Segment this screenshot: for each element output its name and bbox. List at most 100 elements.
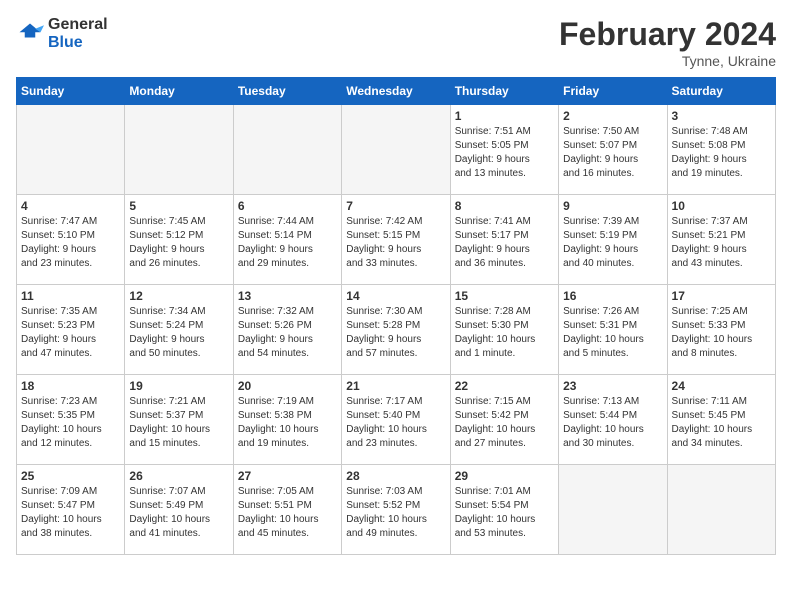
logo: General Blue — [16, 16, 108, 52]
day-info: Sunrise: 7:35 AM Sunset: 5:23 PM Dayligh… — [21, 305, 120, 361]
calendar-cell: 23 Sunrise: 7:13 AM Sunset: 5:44 PM Dayli… — [559, 375, 667, 465]
weekday-header: Monday — [125, 78, 233, 105]
calendar-cell: 24Sunrise: 7:11 AM Sunset: 5:45 PM Dayli… — [667, 375, 775, 465]
day-number: 29 — [455, 469, 554, 483]
day-info: Sunrise: 7:41 AM Sunset: 5:17 PM Dayligh… — [455, 215, 554, 271]
location-subtitle: Tynne, Ukraine — [559, 53, 776, 69]
calendar-cell — [233, 105, 341, 195]
calendar-cell: 6 Sunrise: 7:44 AM Sunset: 5:14 PM Daylig… — [233, 195, 341, 285]
day-info: Sunrise: 7:50 AM Sunset: 5:07 PM Dayligh… — [563, 125, 662, 181]
day-info: Sunrise: 7:03 AM Sunset: 5:52 PM Dayligh… — [346, 485, 445, 541]
weekday-header: Sunday — [17, 78, 125, 105]
calendar-cell: 27 Sunrise: 7:05 AM Sunset: 5:51 PM Dayli… — [233, 465, 341, 555]
calendar-week-row: 4 Sunrise: 7:47 AM Sunset: 5:10 PM Daylig… — [17, 195, 776, 285]
day-number: 28 — [346, 469, 445, 483]
title-block: February 2024 Tynne, Ukraine — [559, 16, 776, 69]
calendar-cell: 18 Sunrise: 7:23 AM Sunset: 5:35 PM Dayli… — [17, 375, 125, 465]
day-info: Sunrise: 7:32 AM Sunset: 5:26 PM Dayligh… — [238, 305, 337, 361]
calendar-cell: 4 Sunrise: 7:47 AM Sunset: 5:10 PM Daylig… — [17, 195, 125, 285]
calendar-cell: 19 Sunrise: 7:21 AM Sunset: 5:37 PM Dayli… — [125, 375, 233, 465]
day-info: Sunrise: 7:09 AM Sunset: 5:47 PM Dayligh… — [21, 485, 120, 541]
day-info: Sunrise: 7:21 AM Sunset: 5:37 PM Dayligh… — [129, 395, 228, 451]
day-number: 10 — [672, 199, 771, 213]
day-number: 11 — [21, 289, 120, 303]
calendar-cell: 25 Sunrise: 7:09 AM Sunset: 5:47 PM Dayli… — [17, 465, 125, 555]
day-number: 25 — [21, 469, 120, 483]
calendar-cell: 20Sunrise: 7:19 AM Sunset: 5:38 PM Dayli… — [233, 375, 341, 465]
logo-icon — [16, 20, 44, 48]
day-number: 13 — [238, 289, 337, 303]
calendar-table: SundayMondayTuesdayWednesdayThursdayFrid… — [16, 77, 776, 555]
day-info: Sunrise: 7:44 AM Sunset: 5:14 PM Dayligh… — [238, 215, 337, 271]
day-info: Sunrise: 7:37 AM Sunset: 5:21 PM Dayligh… — [672, 215, 771, 271]
calendar-cell: 14 Sunrise: 7:30 AM Sunset: 5:28 PM Dayli… — [342, 285, 450, 375]
day-info: Sunrise: 7:25 AM Sunset: 5:33 PM Dayligh… — [672, 305, 771, 361]
calendar-cell — [342, 105, 450, 195]
day-number: 8 — [455, 199, 554, 213]
calendar-cell — [17, 105, 125, 195]
calendar-cell — [667, 465, 775, 555]
day-number: 15 — [455, 289, 554, 303]
day-info: Sunrise: 7:34 AM Sunset: 5:24 PM Dayligh… — [129, 305, 228, 361]
day-info: Sunrise: 7:39 AM Sunset: 5:19 PM Dayligh… — [563, 215, 662, 271]
day-info: Sunrise: 7:42 AM Sunset: 5:15 PM Dayligh… — [346, 215, 445, 271]
day-info: Sunrise: 7:07 AM Sunset: 5:49 PM Dayligh… — [129, 485, 228, 541]
calendar-cell: 21Sunrise: 7:17 AM Sunset: 5:40 PM Dayli… — [342, 375, 450, 465]
day-number: 16 — [563, 289, 662, 303]
calendar-week-row: 1 Sunrise: 7:51 AM Sunset: 5:05 PM Daylig… — [17, 105, 776, 195]
day-number: 19 — [129, 379, 228, 393]
calendar-cell: 28 Sunrise: 7:03 AM Sunset: 5:52 PM Dayli… — [342, 465, 450, 555]
day-number: 17 — [672, 289, 771, 303]
day-info: Sunrise: 7:47 AM Sunset: 5:10 PM Dayligh… — [21, 215, 120, 271]
calendar-cell: 10 Sunrise: 7:37 AM Sunset: 5:21 PM Dayli… — [667, 195, 775, 285]
day-info: Sunrise: 7:23 AM Sunset: 5:35 PM Dayligh… — [21, 395, 120, 451]
day-number: 1 — [455, 109, 554, 123]
calendar-cell: 16 Sunrise: 7:26 AM Sunset: 5:31 PM Dayli… — [559, 285, 667, 375]
calendar-cell: 12 Sunrise: 7:34 AM Sunset: 5:24 PM Dayli… — [125, 285, 233, 375]
logo-text-line1: General — [48, 16, 108, 34]
calendar-cell: 3Sunrise: 7:48 AM Sunset: 5:08 PM Daylig… — [667, 105, 775, 195]
calendar-cell — [559, 465, 667, 555]
calendar-cell: 5 Sunrise: 7:45 AM Sunset: 5:12 PM Daylig… — [125, 195, 233, 285]
calendar-cell: 8 Sunrise: 7:41 AM Sunset: 5:17 PM Daylig… — [450, 195, 558, 285]
day-number: 22 — [455, 379, 554, 393]
day-number: 4 — [21, 199, 120, 213]
calendar-cell: 15 Sunrise: 7:28 AM Sunset: 5:30 PM Dayli… — [450, 285, 558, 375]
calendar-cell: 22 Sunrise: 7:15 AM Sunset: 5:42 PM Dayli… — [450, 375, 558, 465]
page-header: General Blue February 2024 Tynne, Ukrain… — [16, 16, 776, 69]
day-info: Sunrise: 7:05 AM Sunset: 5:51 PM Dayligh… — [238, 485, 337, 541]
day-info: Sunrise: 7:30 AM Sunset: 5:28 PM Dayligh… — [346, 305, 445, 361]
day-number: 14 — [346, 289, 445, 303]
day-number: 24 — [672, 379, 771, 393]
day-number: 23 — [563, 379, 662, 393]
calendar-cell: 11 Sunrise: 7:35 AM Sunset: 5:23 PM Dayli… — [17, 285, 125, 375]
day-info: Sunrise: 7:51 AM Sunset: 5:05 PM Dayligh… — [455, 125, 554, 181]
calendar-cell: 17 Sunrise: 7:25 AM Sunset: 5:33 PM Dayli… — [667, 285, 775, 375]
day-number: 12 — [129, 289, 228, 303]
calendar-cell: 29Sunrise: 7:01 AM Sunset: 5:54 PM Dayli… — [450, 465, 558, 555]
calendar-week-row: 11 Sunrise: 7:35 AM Sunset: 5:23 PM Dayli… — [17, 285, 776, 375]
day-info: Sunrise: 7:15 AM Sunset: 5:42 PM Dayligh… — [455, 395, 554, 451]
day-number: 6 — [238, 199, 337, 213]
day-info: Sunrise: 7:48 AM Sunset: 5:08 PM Dayligh… — [672, 125, 771, 181]
logo-text-line2: Blue — [48, 34, 108, 52]
day-info: Sunrise: 7:19 AM Sunset: 5:38 PM Dayligh… — [238, 395, 337, 451]
day-number: 18 — [21, 379, 120, 393]
calendar-cell: 1 Sunrise: 7:51 AM Sunset: 5:05 PM Daylig… — [450, 105, 558, 195]
day-info: Sunrise: 7:28 AM Sunset: 5:30 PM Dayligh… — [455, 305, 554, 361]
day-number: 27 — [238, 469, 337, 483]
calendar-cell — [125, 105, 233, 195]
day-info: Sunrise: 7:13 AM Sunset: 5:44 PM Dayligh… — [563, 395, 662, 451]
weekday-header-row: SundayMondayTuesdayWednesdayThursdayFrid… — [17, 78, 776, 105]
day-number: 5 — [129, 199, 228, 213]
calendar-cell: 26 Sunrise: 7:07 AM Sunset: 5:49 PM Dayli… — [125, 465, 233, 555]
day-number: 26 — [129, 469, 228, 483]
day-number: 9 — [563, 199, 662, 213]
day-info: Sunrise: 7:45 AM Sunset: 5:12 PM Dayligh… — [129, 215, 228, 271]
month-year-title: February 2024 — [559, 16, 776, 53]
calendar-week-row: 25 Sunrise: 7:09 AM Sunset: 5:47 PM Dayli… — [17, 465, 776, 555]
day-info: Sunrise: 7:26 AM Sunset: 5:31 PM Dayligh… — [563, 305, 662, 361]
weekday-header: Wednesday — [342, 78, 450, 105]
weekday-header: Thursday — [450, 78, 558, 105]
weekday-header: Friday — [559, 78, 667, 105]
